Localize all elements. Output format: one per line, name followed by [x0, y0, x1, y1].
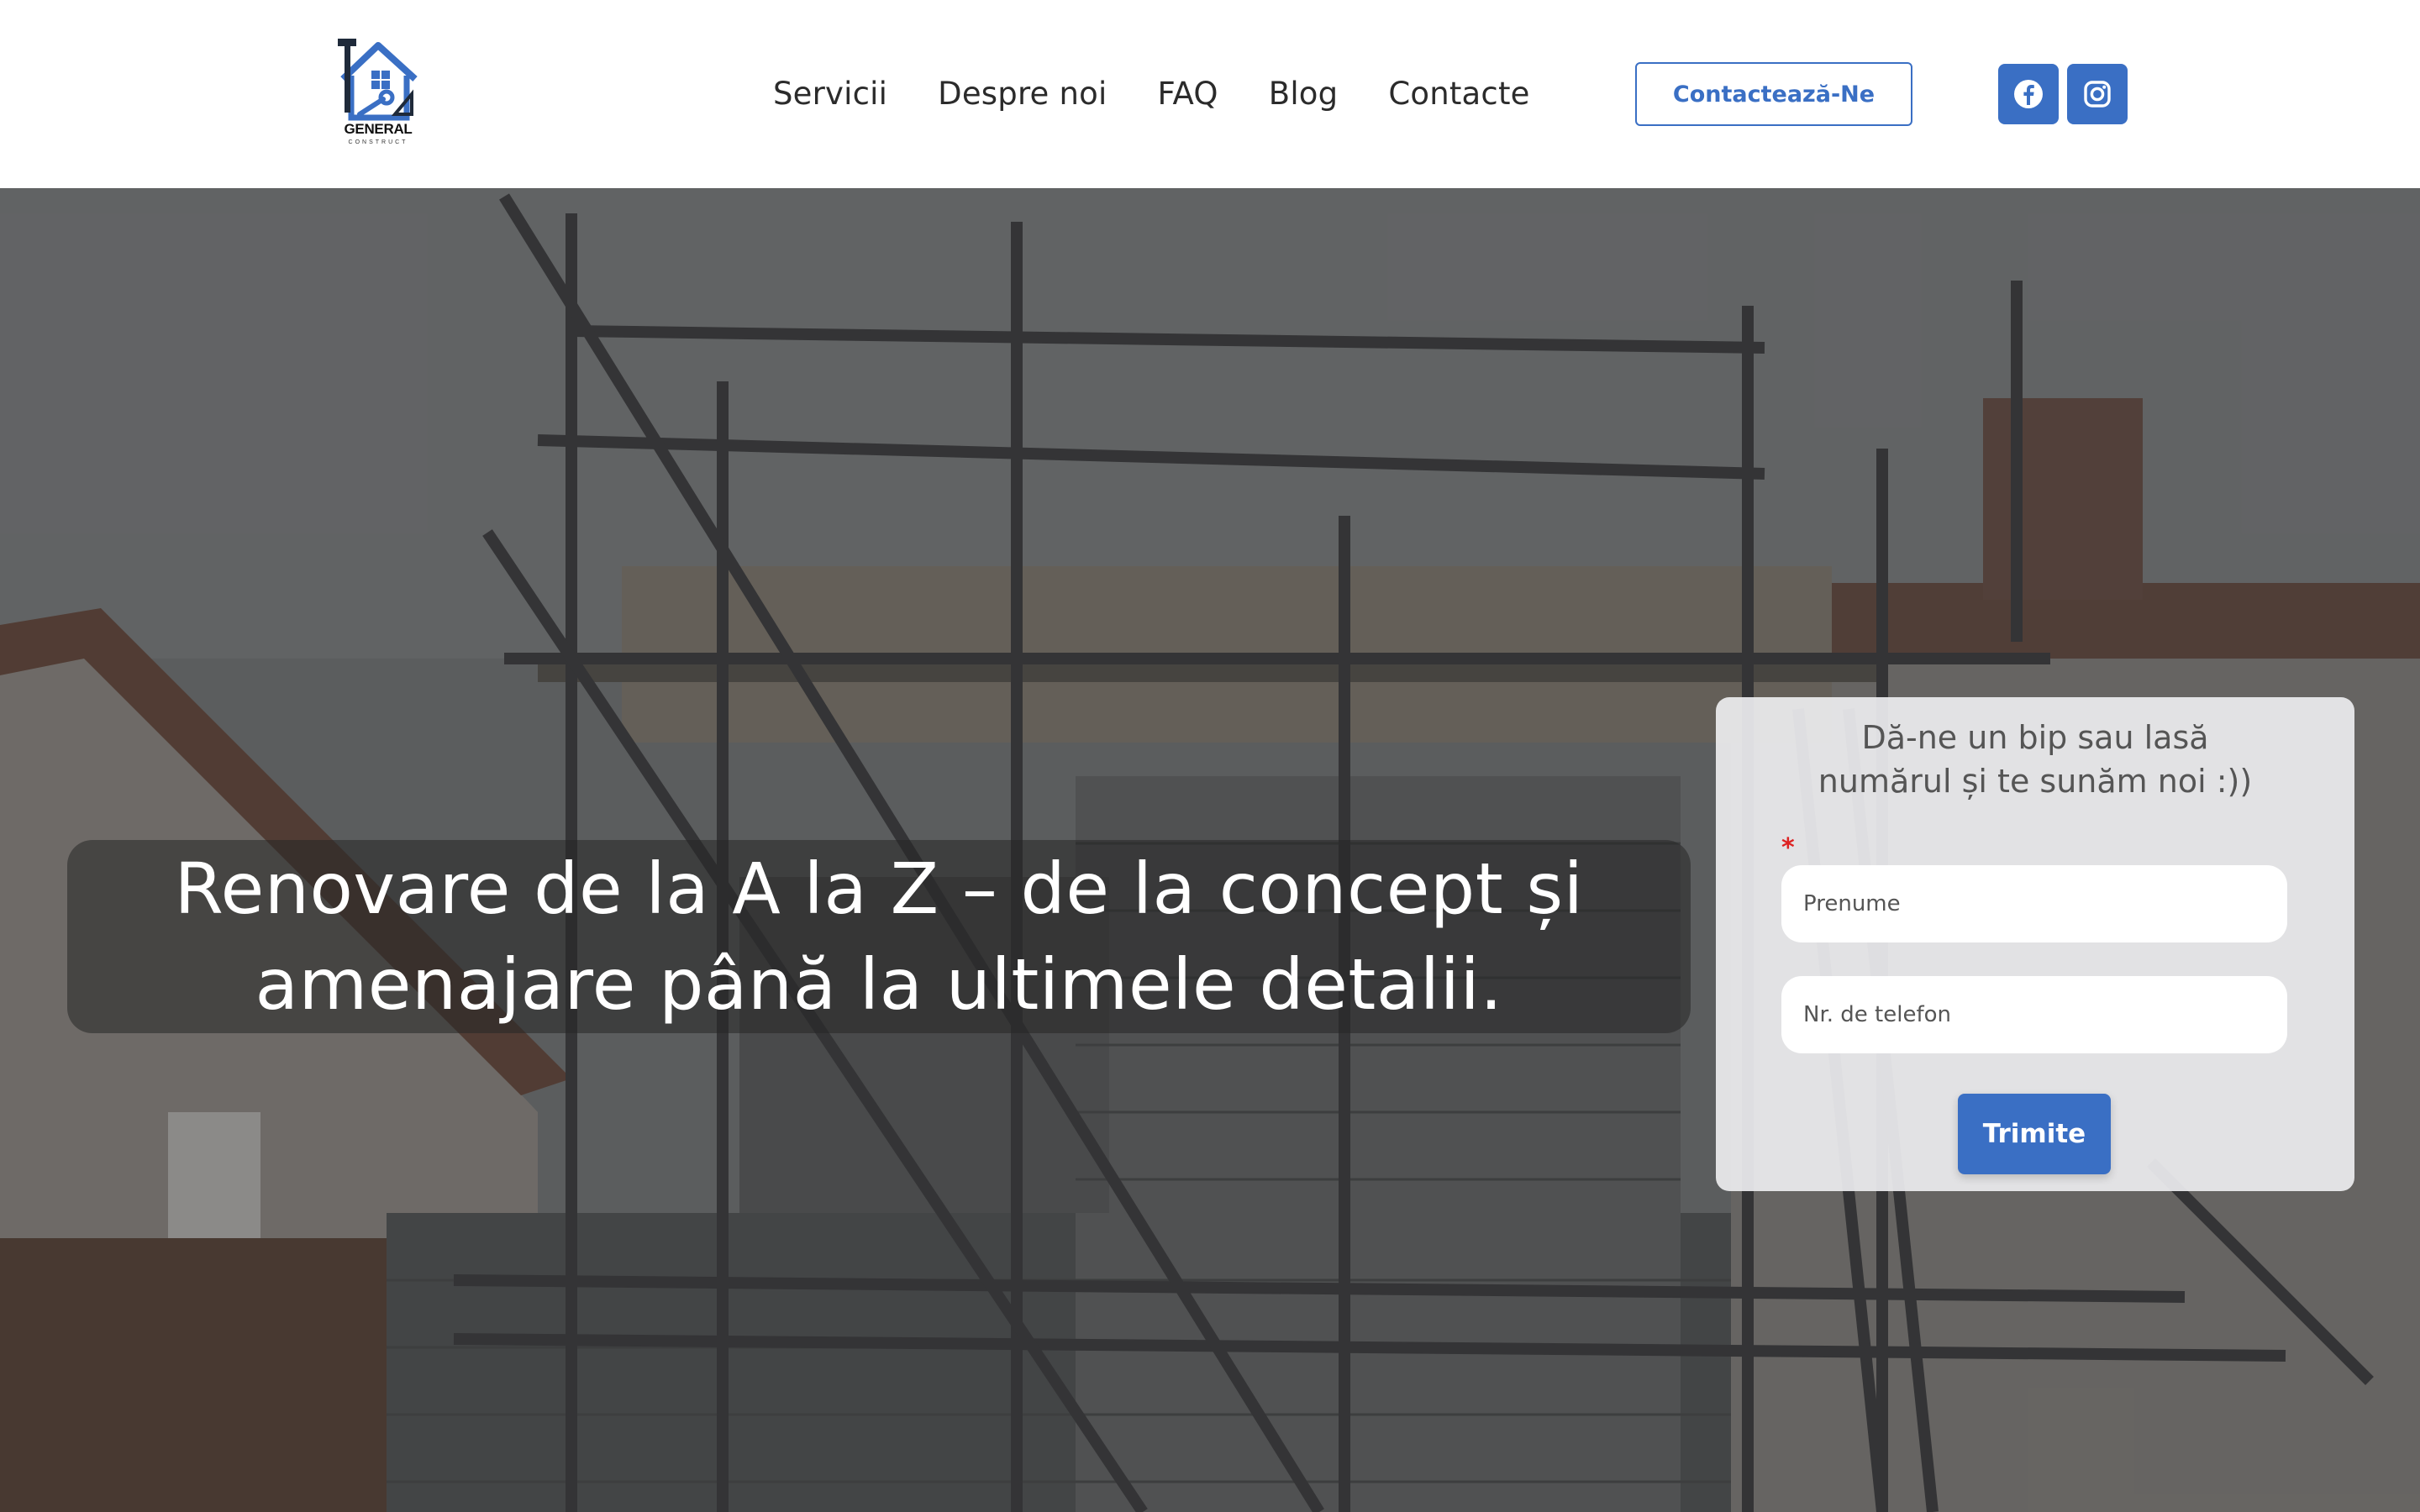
- hero-section: Renovare de la A la Z – de la concept și…: [0, 188, 2420, 1512]
- form-title-line-2: numărul și te sunăm noi :)): [1818, 763, 2253, 800]
- nav-item-faq[interactable]: FAQ: [1157, 71, 1218, 118]
- nav-item-contacte[interactable]: Contacte: [1388, 71, 1529, 118]
- hero-headline: Renovare de la A la Z – de la concept și…: [123, 841, 1635, 1032]
- facebook-icon: [2014, 80, 2043, 108]
- instagram-button[interactable]: [2067, 64, 2128, 124]
- required-marker: *: [1781, 833, 1795, 863]
- contact-us-button[interactable]: Contactează-Ne: [1635, 62, 1912, 126]
- main-nav: Servicii Despre noi FAQ Blog Contacte: [773, 71, 1530, 118]
- site-header: GENERAL CONSTRUCT Servicii Despre noi FA…: [0, 0, 2420, 188]
- hero-headline-line-1: Renovare de la A la Z – de la concept și: [174, 848, 1584, 930]
- hero-headline-box: Renovare de la A la Z – de la concept și…: [67, 840, 1691, 1033]
- submit-button[interactable]: Trimite: [1958, 1094, 2111, 1174]
- nav-item-despre-noi[interactable]: Despre noi: [938, 71, 1107, 118]
- brand-name: GENERAL: [344, 121, 413, 137]
- form-title: Dă-ne un bip sau lasă numărul și te sună…: [1733, 716, 2338, 803]
- nav-item-blog[interactable]: Blog: [1269, 71, 1339, 118]
- house-logo-icon: [338, 39, 418, 121]
- brand-logo[interactable]: GENERAL CONSTRUCT: [331, 34, 425, 156]
- instagram-icon: [2084, 81, 2111, 108]
- form-title-line-1: Dă-ne un bip sau lasă: [1861, 719, 2209, 756]
- hero-headline-line-2: amenajare până la ultimele detalii.: [255, 943, 1503, 1026]
- phone-number-input[interactable]: [1781, 976, 2287, 1053]
- first-name-input[interactable]: [1781, 865, 2287, 942]
- callback-form: Dă-ne un bip sau lasă numărul și te sună…: [1716, 697, 2354, 1191]
- facebook-button[interactable]: [1998, 64, 2059, 124]
- nav-item-servicii[interactable]: Servicii: [773, 71, 887, 118]
- brand-tagline: CONSTRUCT: [348, 139, 408, 145]
